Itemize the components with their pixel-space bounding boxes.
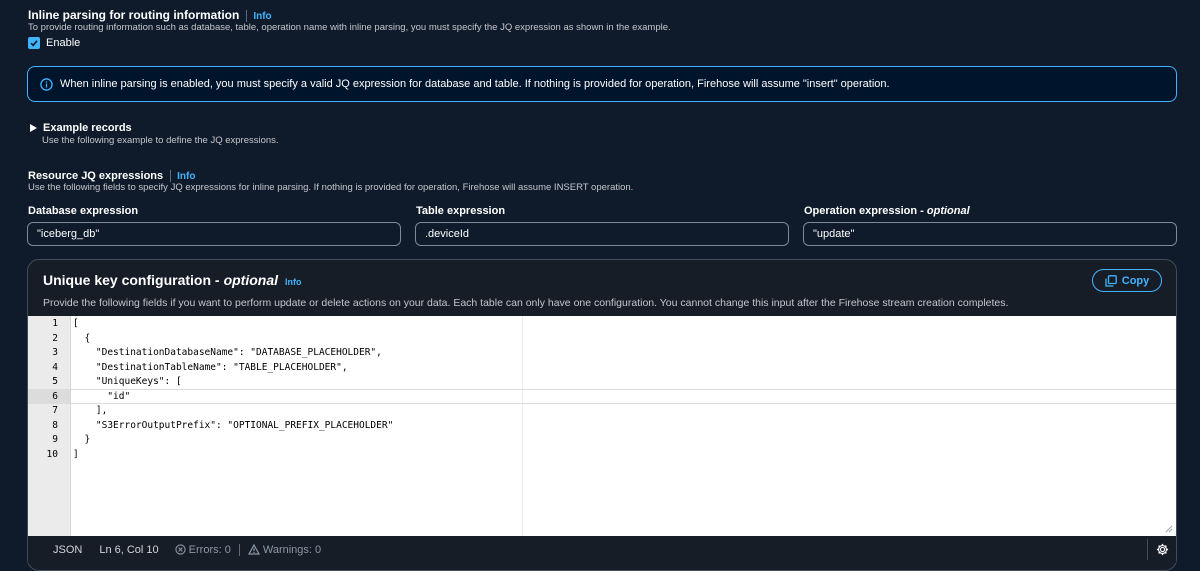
- info-circle-icon: [40, 77, 53, 91]
- divider: [238, 543, 240, 556]
- example-records-description: Use the following example to define the …: [42, 135, 279, 146]
- divider: [170, 169, 172, 182]
- line-number: 7: [52, 405, 58, 416]
- line-number: 8: [52, 419, 58, 431]
- resource-jq-title: Resource JQ expressions: [28, 170, 164, 182]
- code-line[interactable]: ]: [73, 449, 393, 464]
- enable-checkbox-row[interactable]: Enable: [28, 37, 80, 49]
- enable-label: Enable: [46, 37, 81, 49]
- table-expression-label: Table expression: [416, 205, 506, 217]
- code-lines[interactable]: [ { "DestinationDatabaseName": "DATABASE…: [73, 318, 393, 463]
- code-line[interactable]: [: [73, 318, 393, 333]
- inline-parsing-title: Inline parsing for routing information: [28, 8, 240, 22]
- table-expression-input[interactable]: .deviceId: [415, 222, 789, 246]
- inline-parsing-header: Inline parsing for routing information In…: [28, 8, 272, 22]
- code-line[interactable]: "UniqueKeys": [: [73, 376, 393, 391]
- warning-icon: [247, 544, 260, 555]
- cursor-position: Ln 6, Col 10: [99, 543, 159, 556]
- operation-expression-input[interactable]: "update": [803, 222, 1177, 246]
- code-editor[interactable]: 1 2 3 4 5 6 7 8 9 10 [ { "DestinationDat…: [28, 316, 1176, 536]
- line-number: 2: [52, 332, 58, 344]
- editor-status-bar: JSON Ln 6, Col 10 Errors: 0 Warnings: 0: [28, 536, 1176, 563]
- unique-key-title: Unique key configuration -: [43, 272, 220, 288]
- line-number: 4: [52, 361, 58, 373]
- language-indicator[interactable]: JSON: [53, 544, 82, 556]
- print-margin: [522, 316, 523, 536]
- errors-count: Errors: 0: [188, 543, 231, 556]
- copy-button[interactable]: Copy: [1092, 269, 1162, 292]
- divider: [1147, 539, 1148, 560]
- caret-right-icon: [30, 124, 37, 132]
- code-line[interactable]: }: [73, 434, 393, 449]
- code-line[interactable]: "id": [73, 391, 393, 406]
- divider: [246, 9, 248, 22]
- inline-parsing-description: To provide routing information such as d…: [28, 22, 671, 33]
- code-line[interactable]: ],: [73, 405, 393, 420]
- warnings-count: Warnings: 0: [262, 543, 322, 556]
- database-expression-input[interactable]: "iceberg_db": [27, 222, 401, 246]
- inline-parsing-alert: When inline parsing is enabled, you must…: [27, 66, 1177, 102]
- gutter-border: [70, 316, 71, 536]
- operation-expression-label: Operation expression - optional: [804, 205, 970, 217]
- code-line[interactable]: {: [73, 333, 393, 348]
- code-line[interactable]: "S3ErrorOutputPrefix": "OPTIONAL_PREFIX_…: [73, 420, 393, 435]
- line-numbers: 1 2 3 4 5 6 7 8 9 10: [28, 318, 58, 463]
- database-expression-label: Database expression: [28, 205, 139, 217]
- resource-jq-description: Use the following fields to specify JQ e…: [28, 182, 634, 193]
- code-line[interactable]: "DestinationTableName": "TABLE_PLACEHOLD…: [73, 362, 393, 377]
- checkmark-icon: [30, 40, 38, 47]
- optional-tag: optional: [926, 205, 970, 217]
- unique-key-optional: optional: [223, 272, 279, 288]
- line-number: 6: [52, 390, 58, 402]
- enable-checkbox[interactable]: [28, 37, 40, 49]
- operation-expression-label-text: Operation expression -: [804, 205, 927, 217]
- line-number: 9: [52, 434, 58, 445]
- errors-indicator[interactable]: Errors: 0: [175, 544, 231, 556]
- settings-gear-icon[interactable]: [1156, 543, 1169, 556]
- example-records-toggle[interactable]: Example records: [30, 122, 132, 134]
- warnings-indicator[interactable]: Warnings: 0: [247, 543, 322, 556]
- line-number: 10: [46, 448, 58, 460]
- unique-key-description: Provide the following fields if you want…: [43, 297, 1009, 309]
- example-records-title: Example records: [43, 122, 132, 134]
- copy-button-label: Copy: [1121, 274, 1150, 287]
- resource-jq-info-link[interactable]: Info: [177, 171, 195, 182]
- line-number: 3: [52, 347, 58, 358]
- resize-handle-icon[interactable]: [1165, 525, 1173, 533]
- error-icon: [175, 544, 186, 555]
- unique-key-info-link[interactable]: Info: [285, 277, 302, 287]
- unique-key-header: Unique key configuration - optional Info: [43, 272, 302, 288]
- line-number: 5: [52, 376, 58, 387]
- alert-text: When inline parsing is enabled, you must…: [60, 78, 890, 90]
- line-number: 1: [52, 318, 58, 329]
- copy-icon: [1105, 274, 1117, 287]
- code-line[interactable]: "DestinationDatabaseName": "DATABASE_PLA…: [73, 347, 393, 362]
- resource-jq-header: Resource JQ expressions Info: [28, 168, 195, 182]
- inline-parsing-info-link[interactable]: Info: [253, 11, 271, 22]
